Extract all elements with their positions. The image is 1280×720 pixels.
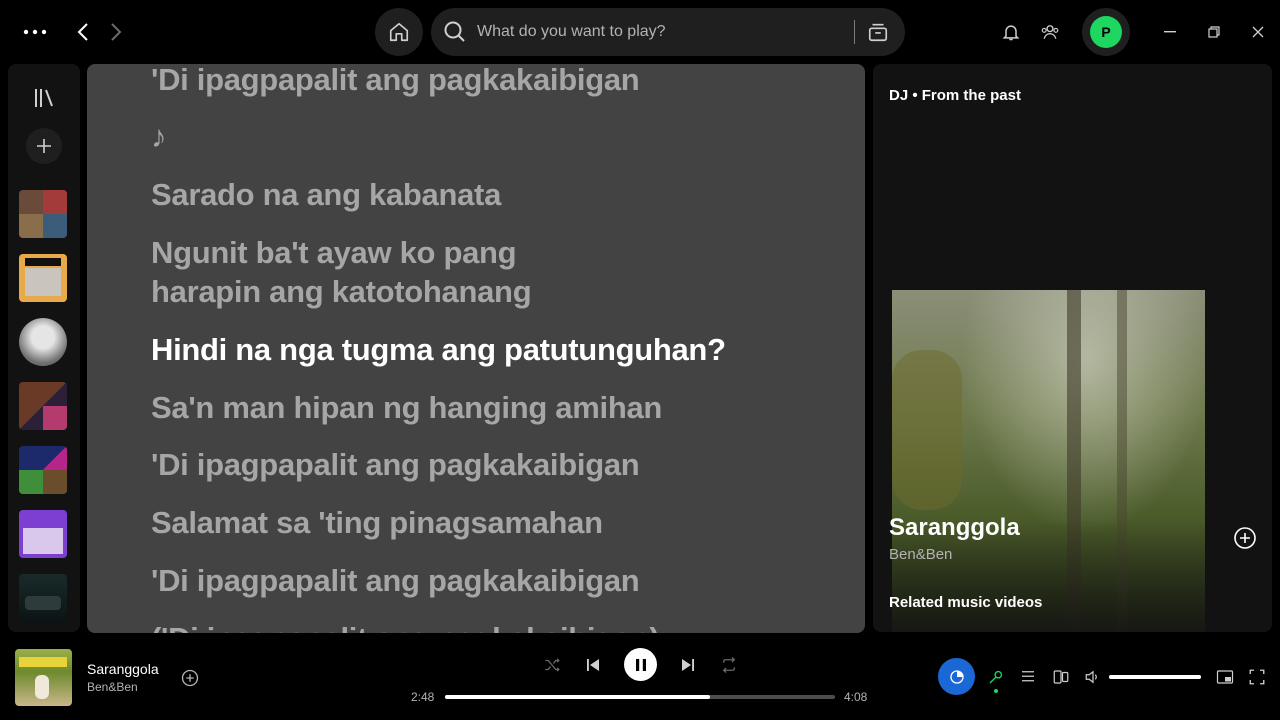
minimize-icon[interactable] — [1160, 22, 1180, 42]
library-icon[interactable] — [24, 78, 64, 118]
lyrics-icon[interactable] — [985, 666, 1007, 688]
now-playing-view-icon — [949, 669, 964, 684]
lyrics-active-dot — [994, 689, 998, 693]
plus-icon — [37, 139, 51, 153]
artist-name[interactable]: Ben&Ben — [889, 546, 952, 563]
home-icon — [389, 22, 409, 42]
repeat-icon[interactable] — [718, 654, 740, 676]
lyric-line[interactable]: 'Di ipagpapalit ang pagkakaibigan — [151, 561, 831, 600]
top-bar: What do you want to play? P — [0, 0, 1280, 64]
notifications-bell-icon[interactable] — [999, 20, 1023, 44]
playback-progress-bar[interactable] — [445, 695, 835, 699]
volume-icon[interactable] — [1082, 666, 1104, 688]
back-arrow-icon[interactable] — [72, 20, 94, 44]
progress-fill — [445, 695, 711, 699]
lyric-line[interactable]: ('Di ipagpapalit ang pagkakaibigan) — [151, 619, 831, 633]
search-bar[interactable]: What do you want to play? — [431, 8, 905, 56]
pause-icon — [635, 658, 646, 671]
connect-device-icon[interactable] — [1050, 666, 1072, 688]
shuffle-icon[interactable] — [541, 654, 563, 676]
lyric-line[interactable]: ♪ — [151, 117, 831, 156]
lyric-line[interactable]: Ngunit ba't ayaw ko pang harapin ang kat… — [151, 233, 551, 311]
previous-track-icon[interactable] — [582, 654, 604, 676]
search-input[interactable]: What do you want to play? — [477, 23, 854, 41]
library-item-playlist-dark[interactable] — [19, 382, 67, 430]
volume-slider[interactable] — [1109, 675, 1201, 679]
library-item-true-playlist[interactable] — [19, 446, 67, 494]
library-sidebar — [8, 64, 80, 632]
add-to-library-icon[interactable] — [1233, 526, 1257, 550]
browse-icon[interactable] — [867, 21, 889, 43]
queue-icon[interactable] — [1017, 666, 1039, 688]
more-options-icon[interactable] — [22, 20, 48, 44]
pause-button[interactable] — [624, 648, 657, 681]
add-to-liked-icon[interactable] — [180, 668, 200, 688]
lyric-line[interactable]: Salamat sa 'ting pinagsamahan — [151, 503, 831, 542]
music-video-artwork[interactable] — [892, 290, 1205, 632]
miniplayer-icon[interactable] — [1214, 666, 1236, 688]
library-item-artist[interactable] — [19, 318, 67, 366]
search-icon — [444, 21, 465, 42]
now-playing-view: DJ • From the past Saranggola Ben&Ben Re… — [873, 64, 1272, 632]
next-track-icon[interactable] — [677, 654, 699, 676]
song-title[interactable]: Saranggola — [889, 514, 1020, 542]
now-playing-artist[interactable]: Ben&Ben — [87, 680, 138, 694]
lyrics-panel: 'Di ipagpapalit ang pagkakaibigan ♪ Sara… — [87, 64, 865, 633]
total-duration: 4:08 — [844, 690, 868, 704]
elapsed-time: 2:48 — [411, 690, 435, 704]
restore-window-icon[interactable] — [1204, 22, 1224, 42]
library-item-playlist-mix[interactable] — [19, 190, 67, 238]
search-divider — [854, 20, 855, 44]
lyric-line[interactable]: Sarado na ang kabanata — [151, 175, 831, 214]
friend-activity-icon[interactable] — [1038, 20, 1062, 44]
avatar: P — [1090, 16, 1122, 48]
now-playing-view-button[interactable] — [938, 658, 975, 695]
profile-button[interactable]: P — [1082, 8, 1130, 56]
related-videos-heading: Related music videos — [889, 594, 1043, 611]
forward-arrow-icon[interactable] — [105, 20, 127, 44]
library-item-hot-hits[interactable] — [19, 510, 67, 558]
close-window-icon[interactable] — [1248, 22, 1268, 42]
home-button[interactable] — [375, 8, 423, 56]
fullscreen-icon[interactable] — [1246, 666, 1268, 688]
library-item-car-playlist[interactable] — [19, 574, 67, 622]
volume-fill — [1109, 675, 1201, 679]
player-bar: Saranggola Ben&Ben 2:48 4:08 — [0, 640, 1280, 720]
lyric-line[interactable]: 'Di ipagpapalit ang pagkakaibigan — [151, 64, 831, 99]
now-playing-title[interactable]: Saranggola — [87, 661, 159, 677]
lyric-line-active[interactable]: Hindi na nga tugma ang patutunguhan? — [151, 330, 831, 369]
now-playing-cover[interactable] — [15, 649, 72, 706]
library-item-this-is-lany[interactable] — [19, 254, 67, 302]
now-playing-context-title[interactable]: DJ • From the past — [889, 87, 1021, 104]
lyric-line[interactable]: 'Di ipagpapalit ang pagkakaibigan — [151, 445, 831, 484]
lyric-line[interactable]: Sa'n man hipan ng hanging amihan — [151, 388, 831, 427]
create-playlist-button[interactable] — [26, 128, 62, 164]
